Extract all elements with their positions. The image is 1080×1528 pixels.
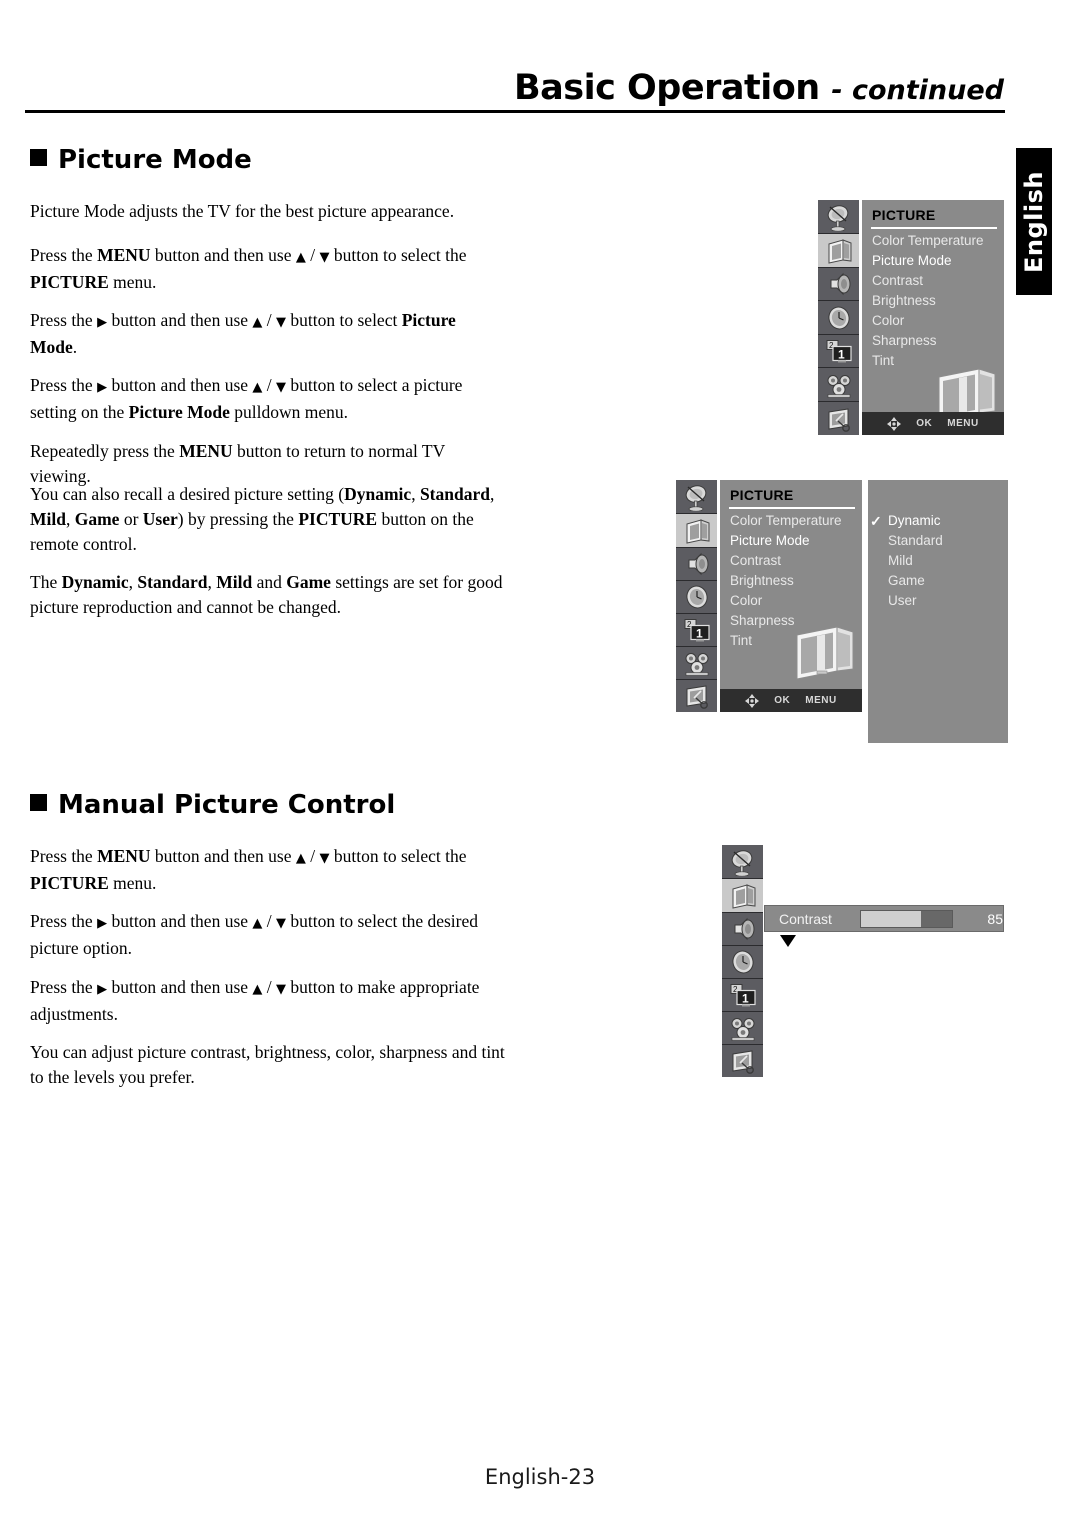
osd-menu-item-color-temperature[interactable]: Color Temperature xyxy=(730,511,842,531)
osd-ok-label[interactable]: OK xyxy=(916,418,932,429)
page-header: Basic Operation - continued xyxy=(0,0,1080,125)
osd-icon-rail xyxy=(722,845,763,1077)
satellite-dish-icon[interactable] xyxy=(818,200,859,234)
osd-menu-label[interactable]: MENU xyxy=(947,418,978,429)
contrast-slider-knob[interactable] xyxy=(921,910,953,927)
osd-menu-item-contrast[interactable]: Contrast xyxy=(730,551,842,571)
section-heading-label: Manual Picture Control xyxy=(58,790,396,820)
picture-screen-icon[interactable] xyxy=(818,234,859,268)
osd-manual-picture-control: Contrast 85 xyxy=(722,845,1004,1077)
pulldown-option-user[interactable]: User xyxy=(868,591,1008,611)
language-tab-label: English xyxy=(1020,170,1048,273)
osd-menu-item-contrast[interactable]: Contrast xyxy=(872,271,984,291)
section-heading-picture-mode: Picture Mode xyxy=(30,145,252,175)
osd-menu-item-picture-mode[interactable]: Picture Mode xyxy=(872,251,984,271)
clock-icon[interactable] xyxy=(676,581,717,614)
language-tab: English xyxy=(1014,146,1054,297)
picture-screen-icon[interactable] xyxy=(722,879,763,913)
osd-menu-item-picture-mode[interactable]: Picture Mode xyxy=(730,531,842,551)
picture-screen-icon[interactable] xyxy=(676,514,717,548)
paragraph: You can adjust picture contrast, brightn… xyxy=(30,1042,505,1087)
osd-panel: PICTURE Color Temperature Picture Mode C… xyxy=(862,200,1004,435)
clock-icon[interactable] xyxy=(722,946,763,979)
monitor-key-icon[interactable] xyxy=(676,680,717,712)
picture-preview-icon xyxy=(796,626,854,680)
page-title-suffix: - continued xyxy=(831,75,1004,106)
contrast-value: 85 xyxy=(987,910,1003,927)
speaker-icon[interactable] xyxy=(676,548,717,581)
paragraph: Press the MENU button and then use ▲ / ▼… xyxy=(30,245,467,292)
paragraph: Press the ▶ button and then use ▲ / ▼ bu… xyxy=(30,977,480,1024)
page-title-main: Basic Operation xyxy=(514,68,820,108)
osd-ok-label[interactable]: OK xyxy=(774,695,790,706)
pulldown-option-standard[interactable]: Standard xyxy=(868,531,1008,551)
pulldown-option-mild[interactable]: Mild xyxy=(868,551,1008,571)
page-title: Basic Operation - continued xyxy=(514,68,1004,108)
osd-menu-item-color[interactable]: Color xyxy=(730,591,842,611)
osd-footer-bar: OK MENU xyxy=(720,689,862,712)
square-bullet-icon xyxy=(30,149,47,166)
picture-mode-pulldown-menu: Dynamic Standard Mild Game User xyxy=(866,480,1008,743)
square-bullet-icon xyxy=(30,794,47,811)
paragraph: Press the ▶ button and then use ▲ / ▼ bu… xyxy=(30,375,463,422)
section-heading-label: Picture Mode xyxy=(58,145,252,175)
contrast-slider-track[interactable] xyxy=(860,909,954,928)
navigation-glyph-icon xyxy=(745,693,760,708)
osd-menu-item-brightness[interactable]: Brightness xyxy=(872,291,984,311)
osd-title: PICTURE xyxy=(872,207,936,223)
speaker-icon[interactable] xyxy=(818,268,859,301)
pulldown-option-game[interactable]: Game xyxy=(868,571,1008,591)
osd-title-divider xyxy=(729,507,855,509)
setup-gears-icon[interactable] xyxy=(676,647,717,680)
speaker-icon[interactable] xyxy=(722,913,763,946)
paragraph: Press the MENU button and then use ▲ / ▼… xyxy=(30,846,467,893)
osd-picture-menu-1: PICTURE Color Temperature Picture Mode C… xyxy=(818,200,1004,435)
monitor-key-icon[interactable] xyxy=(818,402,859,435)
osd-title: PICTURE xyxy=(730,487,794,503)
down-caret-icon xyxy=(780,935,796,947)
osd-footer-bar: OK MENU xyxy=(862,412,1004,435)
osd-picture-menu-2: PICTURE Color Temperature Picture Mode C… xyxy=(676,480,1008,743)
page-footer: English-23 xyxy=(484,1465,596,1489)
osd-panel: PICTURE Color Temperature Picture Mode C… xyxy=(720,480,862,712)
osd-menu-label[interactable]: MENU xyxy=(805,695,836,706)
pip-2-1-icon[interactable] xyxy=(818,335,859,368)
clock-icon[interactable] xyxy=(818,301,859,335)
monitor-key-icon[interactable] xyxy=(722,1045,763,1077)
contrast-slider-row[interactable]: Contrast 85 xyxy=(764,905,1004,932)
osd-menu-item-sharpness[interactable]: Sharpness xyxy=(872,331,984,351)
osd-icon-rail xyxy=(818,200,859,435)
setup-gears-icon[interactable] xyxy=(722,1012,763,1045)
navigation-glyph-icon xyxy=(887,416,902,431)
pip-2-1-icon[interactable] xyxy=(722,979,763,1012)
section-heading-manual-picture-control: Manual Picture Control xyxy=(30,790,395,820)
contrast-label: Contrast xyxy=(779,910,832,927)
osd-title-divider xyxy=(871,227,997,229)
satellite-dish-icon[interactable] xyxy=(676,480,717,514)
header-divider xyxy=(25,110,1005,113)
paragraph: The Dynamic, Standard, Mild and Game set… xyxy=(30,572,503,617)
paragraph: Press the ▶ button and then use ▲ / ▼ bu… xyxy=(30,911,478,958)
osd-menu-item-brightness[interactable]: Brightness xyxy=(730,571,842,591)
satellite-dish-icon[interactable] xyxy=(722,845,763,879)
pip-2-1-icon[interactable] xyxy=(676,614,717,647)
osd-menu-item-color-temperature[interactable]: Color Temperature xyxy=(872,231,984,251)
osd-menu-item-color[interactable]: Color xyxy=(872,311,984,331)
osd-menu-list: Color Temperature Picture Mode Contrast … xyxy=(872,231,984,371)
paragraph: Press the ▶ button and then use ▲ / ▼ bu… xyxy=(30,310,456,357)
setup-gears-icon[interactable] xyxy=(818,368,859,402)
pulldown-option-dynamic[interactable]: Dynamic xyxy=(868,511,1008,531)
paragraph: You can also recall a desired picture se… xyxy=(30,484,495,554)
paragraph: Picture Mode adjusts the TV for the best… xyxy=(30,201,455,221)
osd-icon-rail xyxy=(676,480,717,712)
